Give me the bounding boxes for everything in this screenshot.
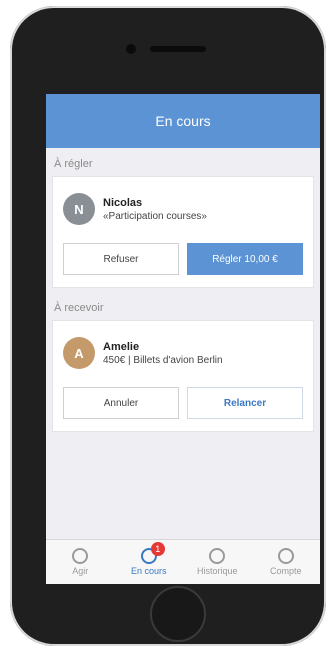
action-icon — [72, 548, 89, 564]
tab-in-progress[interactable]: 1 En cours — [115, 540, 184, 584]
payment-card-to-pay: N Nicolas «Participation courses» Refuse… — [52, 176, 314, 288]
tab-account[interactable]: Compte — [252, 540, 321, 584]
person-description: «Participation courses» — [103, 210, 207, 222]
page-header: En cours — [46, 94, 320, 148]
cancel-button[interactable]: Annuler — [63, 387, 179, 419]
section-title-to-pay: À régler — [54, 158, 93, 170]
app-screen: En cours À régler N Nicolas «Participati… — [46, 94, 320, 584]
tab-label: Historique — [196, 566, 238, 576]
person-name: Nicolas — [103, 196, 143, 209]
person-info: Nicolas «Participation courses» — [103, 197, 207, 222]
card-actions: Annuler Relancer — [63, 387, 303, 419]
pay-button[interactable]: Régler 10,00 € — [187, 243, 303, 275]
page-title: En cours — [155, 113, 211, 129]
earpiece — [150, 46, 206, 52]
refuse-button[interactable]: Refuser — [63, 243, 179, 275]
home-button[interactable] — [150, 586, 206, 642]
front-camera — [126, 44, 136, 54]
person-name: Amelie — [103, 340, 140, 353]
tab-bar: Agir 1 En cours Historique Compte — [46, 539, 320, 584]
person-row: A Amelie 450€ | Billets d'avion Berlin — [63, 337, 303, 369]
avatar: A — [63, 337, 95, 369]
person-description: 450€ | Billets d'avion Berlin — [103, 354, 223, 366]
person-row: N Nicolas «Participation courses» — [63, 193, 303, 225]
tab-action[interactable]: Agir — [46, 540, 115, 584]
phone-frame: En cours À régler N Nicolas «Participati… — [10, 6, 326, 646]
tab-label: Compte — [269, 566, 302, 576]
payment-card-to-receive: A Amelie 450€ | Billets d'avion Berlin A… — [52, 320, 314, 432]
history-icon — [209, 548, 226, 564]
tab-label: En cours — [130, 566, 167, 576]
section-title-to-receive: À recevoir — [54, 302, 104, 314]
tab-history[interactable]: Historique — [183, 540, 252, 584]
card-actions: Refuser Régler 10,00 € — [63, 243, 303, 275]
remind-button[interactable]: Relancer — [187, 387, 303, 419]
person-info: Amelie 450€ | Billets d'avion Berlin — [103, 341, 223, 366]
notification-badge: 1 — [150, 542, 165, 556]
avatar: N — [63, 193, 95, 225]
tab-label: Agir — [72, 566, 89, 576]
account-icon — [277, 548, 294, 564]
